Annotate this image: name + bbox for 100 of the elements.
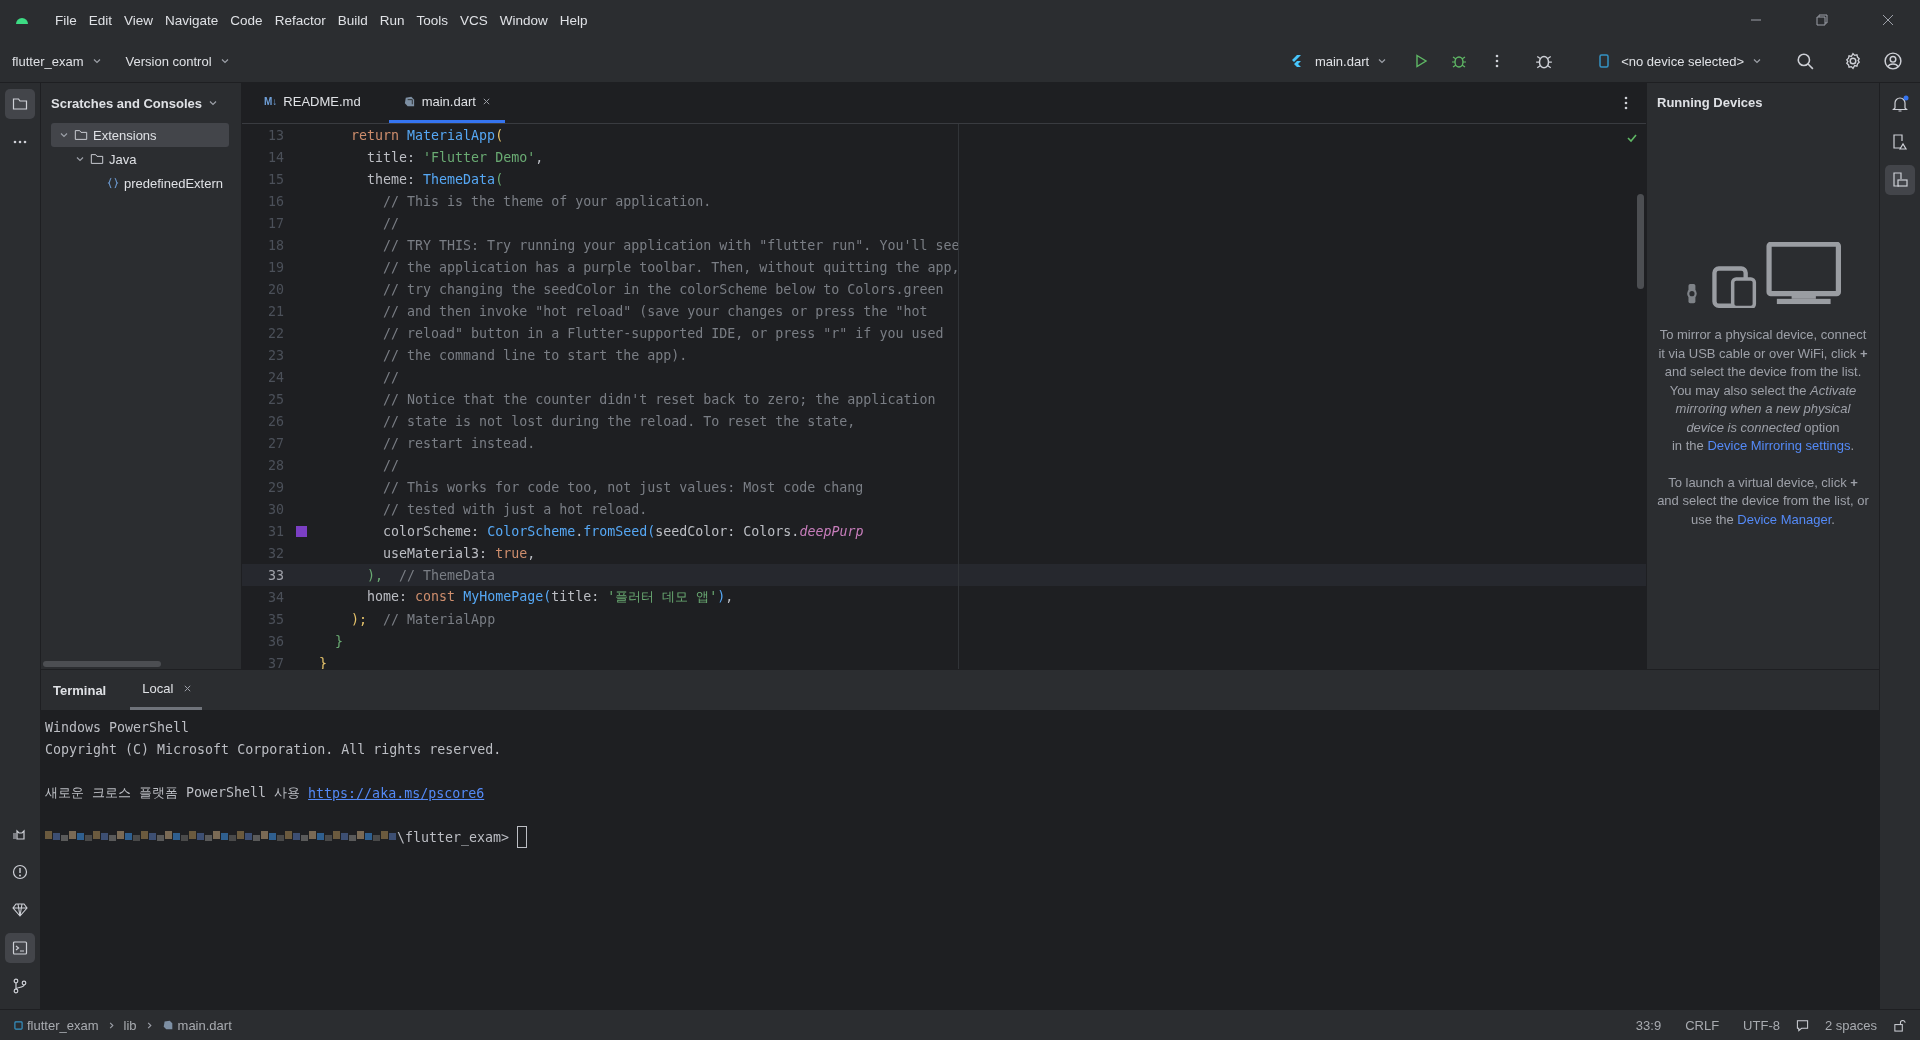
code-line: // tested with just a hot reload. [382,501,648,517]
menu-item[interactable]: Help [554,9,593,31]
terminal-text: Windows PowerShell [45,719,190,735]
file-icon [402,95,416,108]
gem-icon [12,902,28,918]
menu-item[interactable]: Run [374,9,410,31]
menu-item[interactable]: Refactor [269,9,331,31]
terminal-text: Copyright (C) Microsoft Corporation. All rights reserved. [45,741,502,757]
panel-title: Terminal [53,682,108,698]
horizontal-scrollbar[interactable] [43,661,161,667]
terminal-link[interactable]: https://aka.ms/pscore6 [308,785,485,801]
code-line: } [319,655,327,669]
code-line: // [382,369,400,385]
code-line: ); // MaterialApp [350,611,496,627]
editor-tab[interactable]: main.dart [388,83,505,123]
folder-icon [12,96,28,112]
tool-window-button[interactable] [1885,165,1915,195]
code-line: // [382,215,400,231]
version-control-dropdown[interactable]: Version control [119,49,214,73]
code-line: // Notice that the counter didn't reset back to zero; the application [382,391,936,407]
instructions-text: To mirror a physical device, connect it via USB cable or over WiFi, click + and select the device from the list. You may also select the Activate mirroring when a new physical device is connected option in the Device Mirroring settings. [1657,326,1869,455]
status-item[interactable]: 33:9 [1627,1017,1670,1033]
phone-icon [1599,54,1610,68]
tree-item[interactable]: predefinedExtern [51,171,229,195]
menu-item[interactable]: VCS [455,9,493,31]
close-icon[interactable] [481,97,491,106]
terminal-text: 새로운 크로스 플랫폼 PowerShell 사용 [45,784,301,802]
braces-icon [107,177,119,189]
close-icon[interactable] [1882,14,1894,26]
menu-item[interactable]: Code [225,9,268,31]
run-icon[interactable] [1413,53,1430,69]
comment-icon[interactable] [1795,1018,1809,1032]
chevron-down-icon [208,98,218,108]
terminal-icon [12,940,28,956]
device-manager-link[interactable]: Device Manager [1737,511,1832,527]
restore-icon[interactable] [1816,14,1828,26]
tool-window-button[interactable] [5,933,35,963]
folder-icon [90,152,104,166]
code-line: title: 'Flutter Demo', [366,149,544,165]
menu-item[interactable]: Edit [83,9,118,31]
tree-item[interactable]: Extensions [51,123,229,147]
color-swatch[interactable] [296,525,307,537]
code-line: ), // ThemeData [366,567,496,583]
account-icon[interactable] [1884,52,1902,70]
tool-window-button[interactable] [5,89,35,119]
breadcrumb-item[interactable]: flutter_exam [14,1017,99,1033]
panel-title[interactable]: Scratches and Consoles [51,95,202,111]
code-line: return MaterialApp( [350,127,504,143]
status-item[interactable]: CRLF [1677,1017,1728,1033]
mirror-icon [1891,171,1909,189]
markdown-icon: M↓ [264,96,278,107]
vertical-scrollbar[interactable] [1637,194,1644,289]
code-line: // TRY THIS: Try running your application with "flutter run". You'll see [382,237,960,253]
status-item[interactable]: 2 spaces [1816,1017,1885,1033]
code-line: // and then invoke "hot reload" (save your changes or press the "hot [382,303,928,319]
code-line: // restart instead. [382,435,536,451]
chevron-down-icon [219,56,230,66]
code-line: // try changing the seedColor in the colorScheme below to Colors.green [382,281,944,297]
menu-item[interactable]: File [50,9,82,31]
chevron-down-icon [91,56,102,66]
tree-item[interactable]: Java [51,147,229,171]
check-icon [1626,132,1638,144]
terminal-tab[interactable]: Local [130,670,203,710]
unlock-icon[interactable] [1893,1018,1906,1032]
code-line: // This works for code too, not just values: Most code chang [382,479,864,495]
editor-tab[interactable]: M↓ README.md [250,83,375,123]
code-line: home: const MyHomePage(title: '플러터 데모 앱'), [366,588,734,606]
folder-icon [74,128,88,142]
code-line: // This is the theme of your application. [382,193,712,209]
search-icon[interactable] [1796,52,1814,70]
branch-icon [12,978,28,994]
device-icon [1891,133,1909,151]
chevron-icon[interactable] [59,130,69,140]
breadcrumb-item[interactable]: lib [123,1017,137,1033]
breadcrumb-item[interactable]: main.dart [161,1017,232,1033]
code-line: // reload" button in a Flutter-supported IDE, or press "r" if you used [382,325,944,341]
code-line: // state is not lost during the reload. To reset the state, [382,413,856,429]
project-dropdown[interactable]: flutter_exam [6,49,86,73]
chevron-icon[interactable] [75,154,85,164]
module-icon [14,1020,23,1030]
close-icon[interactable] [183,684,193,693]
debug-icon[interactable] [1451,53,1468,69]
status-item[interactable]: UTF-8 [1735,1017,1788,1033]
panel-title: Running Devices [1656,94,1764,112]
chevron-down-icon [1377,56,1388,66]
menu-item[interactable]: Window [494,9,553,31]
code-line: } [334,633,344,649]
bell-icon [1891,95,1909,113]
run-configuration-dropdown[interactable]: main.dart [1308,49,1372,73]
menu-item[interactable]: Build [332,9,373,31]
chevron-down-icon [1752,56,1762,66]
code-line: // the command line to start the app). [382,347,688,363]
code-line: theme: ThemeData( [366,171,504,187]
settings-icon[interactable] [1844,52,1862,70]
device-selector[interactable]: <no device selected> [1615,49,1746,73]
code-line: colorScheme: ColorScheme.fromSeed(seedColor: Colors.deepPurp [382,523,864,539]
menu-item[interactable]: Tools [411,9,453,31]
code-line: useMaterial3: true, [382,545,536,561]
menu-item[interactable]: View [119,9,159,31]
menu-item[interactable]: Navigate [160,9,224,31]
